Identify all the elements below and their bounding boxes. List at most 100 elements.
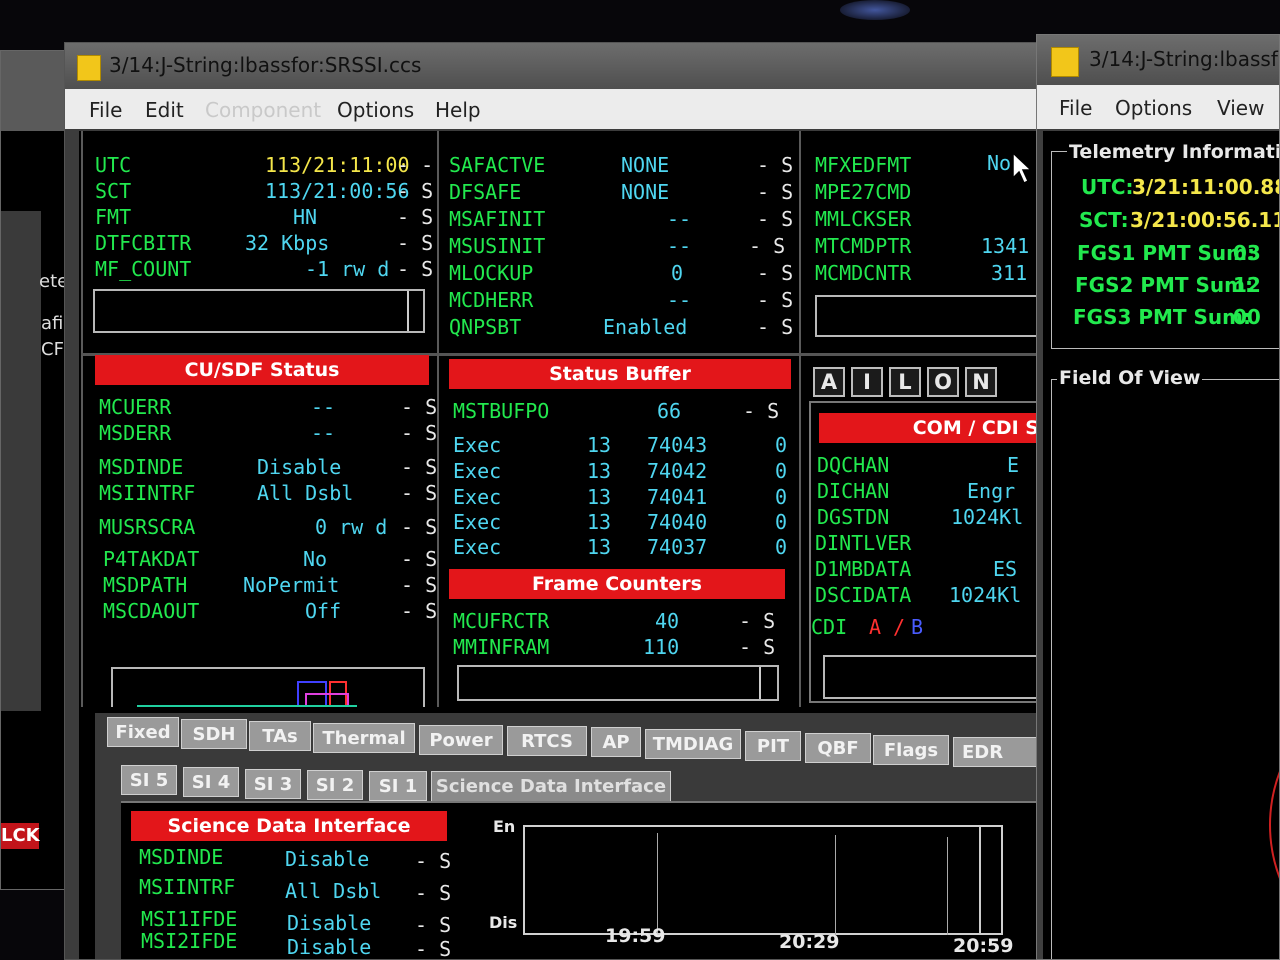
field-of-view-group — [1051, 379, 1279, 959]
param-flag: - S — [739, 609, 776, 633]
menu-file[interactable]: File — [89, 98, 122, 122]
chart-y-label-disabled: Dis — [489, 913, 518, 932]
tab-flags[interactable]: Flags — [873, 735, 949, 765]
scrollbar[interactable] — [759, 667, 771, 699]
tab-thermal[interactable]: Thermal — [313, 723, 415, 753]
param-flag: - S — [401, 421, 438, 445]
cdi-separator: / — [893, 615, 906, 639]
param-value: Engr — [967, 479, 1016, 503]
param-flag: - S — [401, 515, 438, 539]
param-name: MCDHERR — [449, 288, 534, 312]
param-name: MPE27CMD — [815, 180, 912, 204]
message-box[interactable] — [823, 655, 1039, 699]
param-flag: - S — [757, 153, 794, 177]
param-flag: - S — [757, 207, 794, 231]
param-name: MF_COUNT — [95, 257, 192, 281]
time-panel: UTC 113/21:11:00 - - SCT 113/21:00:56 - … — [81, 131, 439, 355]
param-value: ES — [993, 557, 1018, 581]
buffer-code: 74040 — [647, 510, 708, 534]
param-name: D1MBDATA — [815, 557, 912, 581]
tab-ap[interactable]: AP — [591, 727, 641, 757]
param-flag: - - — [397, 153, 434, 177]
param-name: MMLCKSER — [815, 207, 912, 231]
param-name: UTC — [95, 153, 132, 177]
menu-help[interactable]: Help — [435, 98, 481, 122]
tab-sdh[interactable]: SDH — [181, 719, 247, 749]
param-name: MMINFRAM — [453, 635, 550, 659]
tab-si5[interactable]: SI 5 — [121, 765, 177, 795]
message-box[interactable] — [457, 665, 779, 701]
tab-pit[interactable]: PIT — [745, 731, 801, 761]
buffer-type: Exec — [453, 510, 502, 534]
chart-scrollbar[interactable] — [979, 827, 1003, 933]
buffer-type: Exec — [453, 433, 502, 457]
menu-options[interactable]: Options — [337, 98, 414, 122]
telemetry-label: UTC: — [1081, 175, 1134, 199]
tab-si1[interactable]: SI 1 — [369, 771, 427, 801]
param-name: MSI1IFDE — [141, 907, 238, 931]
left-fragment-text: afi — [41, 313, 64, 334]
telemetry-label: FGS1 PMT Sum: — [1077, 241, 1256, 265]
tab-si4[interactable]: SI 4 — [183, 767, 239, 797]
param-value: 66 — [657, 399, 682, 423]
second-window-title: 3/14:J-String:lbassfo — [1089, 47, 1280, 71]
ailon-button-a[interactable]: A — [813, 367, 845, 397]
param-flag: - S — [415, 881, 452, 905]
chart-gridline — [947, 837, 948, 935]
param-name: DTFCBITR — [95, 231, 192, 255]
param-value: NONE — [621, 180, 670, 204]
tab-tmdiag[interactable]: TMDIAG — [645, 729, 741, 759]
menu-options[interactable]: Options — [1115, 96, 1192, 120]
tab-rtcs[interactable]: RTCS — [507, 726, 587, 756]
buffer-n: 13 — [587, 485, 612, 509]
left-background-window: ete afi CF LCK — [0, 50, 70, 890]
ailon-button-o[interactable]: O — [927, 367, 959, 397]
second-menu-bar: File Options View — [1037, 85, 1279, 129]
ailon-button-n[interactable]: N — [965, 367, 997, 397]
menu-view[interactable]: View — [1217, 96, 1264, 120]
status-buffer-header: Status Buffer — [449, 359, 791, 389]
param-name: MSDINDE — [139, 845, 224, 869]
chart-time-label: 20:59 — [953, 935, 1014, 957]
buffer-type: Exec — [453, 485, 502, 509]
tab-qbf[interactable]: QBF — [805, 733, 871, 763]
telemetry-label: SCT: — [1079, 208, 1129, 232]
main-window-title: 3/14:J-String:lbassfor:SRSSI.ccs — [109, 53, 422, 77]
scrollbar[interactable] — [407, 291, 421, 331]
param-flag: - S — [397, 179, 434, 203]
param-name: MFXEDFMT — [815, 153, 912, 177]
frame-counters-header: Frame Counters — [449, 569, 785, 599]
tab-power[interactable]: Power — [419, 725, 503, 755]
safe-panel: SAFACTVE NONE - S DFSAFE NONE - S MSAFIN… — [437, 131, 801, 355]
ailon-button-i[interactable]: I — [851, 367, 883, 397]
param-value: All Dsbl — [257, 481, 354, 505]
tab-edr[interactable]: EDR — [953, 737, 1039, 767]
menu-edit[interactable]: Edit — [145, 98, 184, 122]
param-flag: - S — [415, 937, 452, 960]
tab-si2[interactable]: SI 2 — [307, 770, 363, 800]
ailon-button-l[interactable]: L — [889, 367, 921, 397]
tab-science-data-interface[interactable]: Science Data Interface — [431, 771, 671, 805]
buffer-code: 74041 — [647, 485, 708, 509]
param-value: 1024Kl — [951, 505, 1024, 529]
window-app-icon — [1051, 47, 1079, 77]
message-box[interactable] — [93, 289, 425, 333]
param-flag: - S — [739, 635, 776, 659]
tab-si3[interactable]: SI 3 — [245, 769, 301, 799]
param-flag: - S — [397, 231, 434, 255]
telemetry-value: 12 — [1233, 273, 1261, 297]
param-flag: - S — [415, 849, 452, 873]
tab-tas[interactable]: TAs — [249, 721, 311, 751]
param-flag: - S — [757, 180, 794, 204]
com-cdi-panel: A I L O N COM / CDI S DQCHAN E DICHAN En… — [799, 355, 1039, 707]
chart-time-label: 20:29 — [779, 931, 840, 953]
param-name: DSCIDATA — [815, 583, 912, 607]
menu-file[interactable]: File — [1059, 96, 1092, 120]
telemetry-value: 03 — [1233, 241, 1261, 265]
param-name: DQCHAN — [817, 453, 890, 477]
param-name: MSTBUFPO — [453, 399, 550, 423]
main-window: 3/14:J-String:lbassfor:SRSSI.ccs File Ed… — [64, 42, 1040, 960]
message-box[interactable] — [815, 295, 1039, 337]
param-value: -1 rw d — [305, 257, 390, 281]
tab-fixed[interactable]: Fixed — [107, 717, 179, 747]
